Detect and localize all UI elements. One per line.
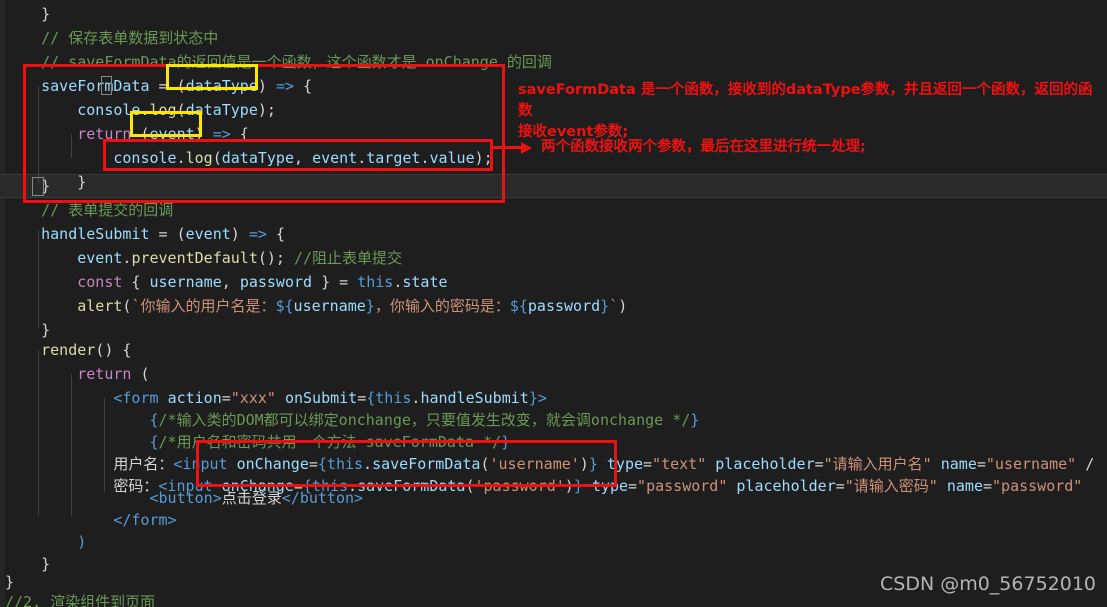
code-line: </form>	[113, 511, 177, 529]
code-line: }	[5, 5, 51, 23]
code-line: )	[77, 533, 87, 551]
bracket-match-box	[32, 177, 44, 196]
code-line: }	[5, 177, 51, 195]
code-line: 用户名：<input onChange={this.saveFormData('…	[113, 455, 1095, 473]
code-line: {/*用户名和密码共用一个方法 saveFormData */}	[149, 433, 511, 451]
code-line: event.preventDefault(); //阻止表单提交	[77, 249, 403, 267]
bracket-match-box	[101, 76, 112, 95]
code-line: handleSubmit = (event) => {	[41, 225, 285, 243]
code-line: {/*输入类的DOM都可以绑定onchange，只要值发生改变，就会调oncha…	[149, 411, 700, 429]
annotation-note-2: 两个函数接收两个参数，最后在这里进行统一处理;	[541, 139, 866, 155]
code-line: const { username, password } = this.stat…	[77, 273, 448, 291]
code-line: render() {	[41, 341, 132, 359]
code-line: // 表单提交的回调	[5, 201, 174, 219]
code-line: <button>点击登录</button>	[149, 489, 364, 507]
code-line: <form action="xxx" onSubmit={this.handle…	[113, 389, 547, 407]
annotation-arrow	[493, 142, 533, 154]
csdn-watermark: CSDN @m0_56752010	[880, 573, 1097, 595]
code-line: // 保存表单数据到状态中	[5, 29, 219, 47]
code-line: return (	[77, 365, 150, 383]
annotation-note-1: saveFormData 是一个函数，接收到的dataType参数，并且返回一个…	[518, 82, 1093, 140]
code-line: // saveFormData的返回值是一个函数，这个函数才是 onChange…	[5, 53, 552, 71]
code-screenshot: } // 保存表单数据到状态中 // saveFormData的返回值是一个函数…	[0, 0, 1107, 607]
code-line: alert(`你输入的用户名是：${username}，你输入的密码是：${pa…	[77, 297, 628, 315]
